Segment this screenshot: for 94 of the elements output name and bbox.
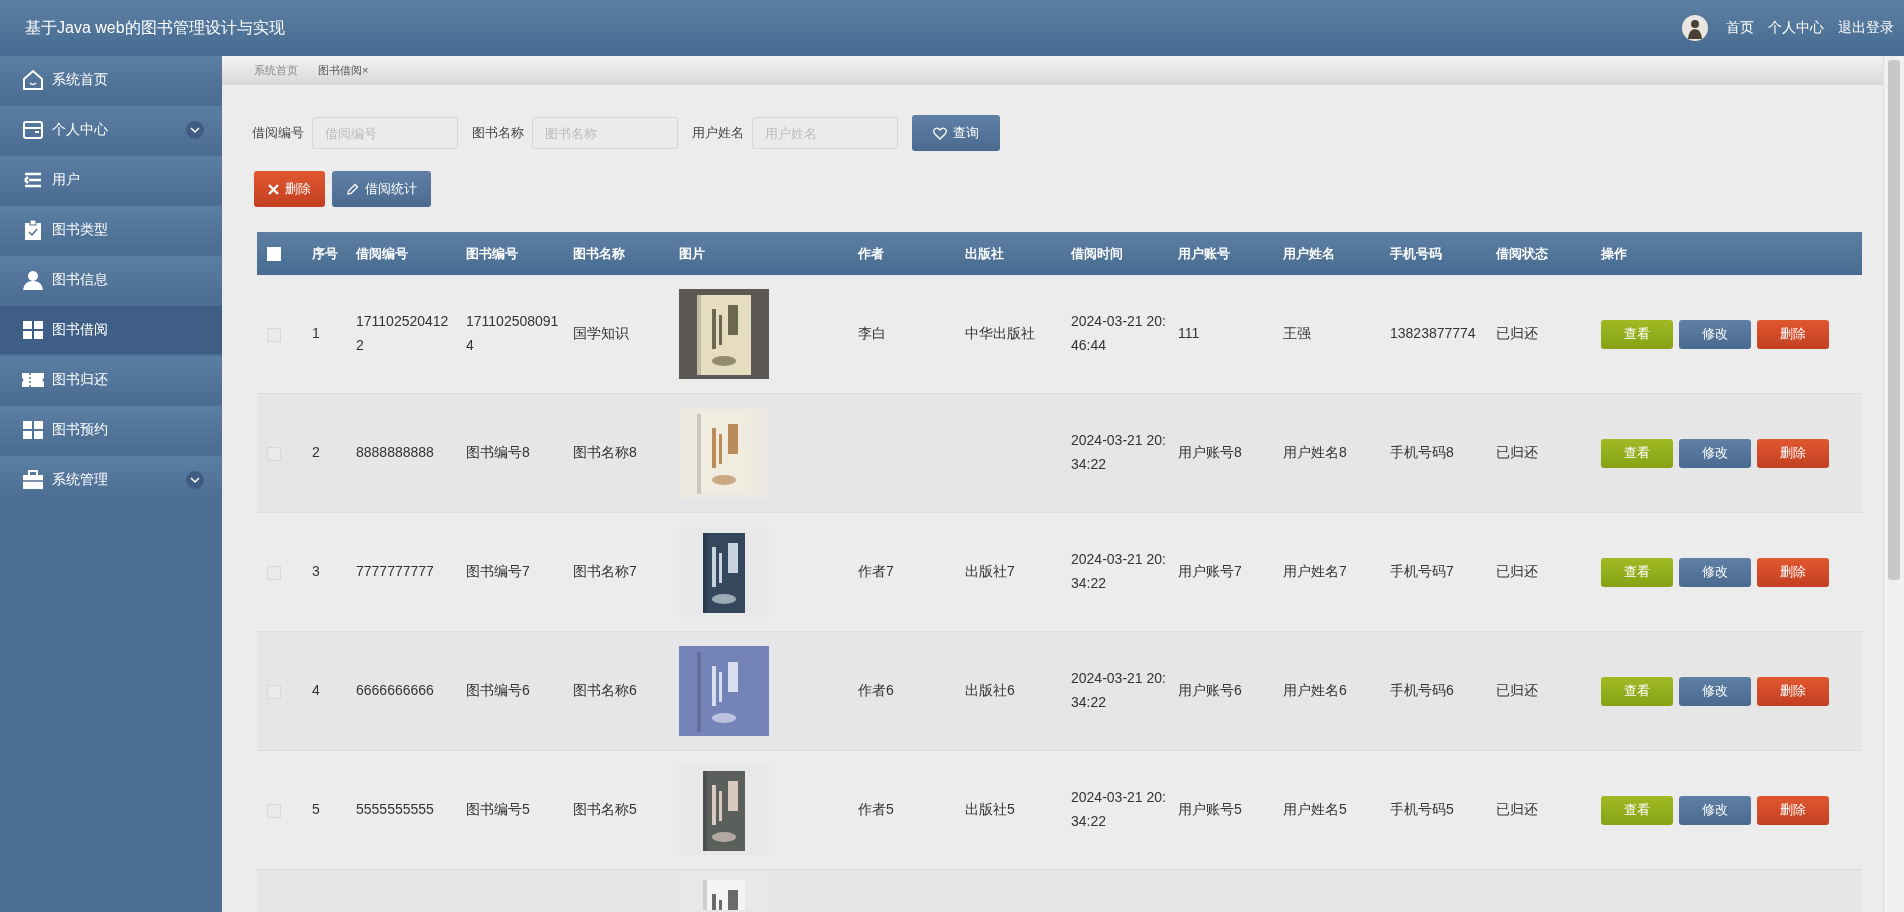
table-cell-text: 图书编号7 bbox=[466, 562, 530, 582]
table-cell-text: 5 bbox=[312, 800, 320, 820]
table-cell-text: 13823877774 bbox=[1390, 324, 1476, 344]
delete-button[interactable]: 删除 bbox=[1757, 676, 1829, 706]
table-cell-text: 手机号码5 bbox=[1390, 800, 1454, 820]
view-button[interactable]: 查看 bbox=[1601, 676, 1673, 706]
edit-button[interactable]: 修改 bbox=[1679, 438, 1751, 468]
table-cell-text: 3 bbox=[312, 562, 320, 582]
table-cell-text: 图书名称7 bbox=[573, 562, 637, 582]
table-cell-text: 出版社7 bbox=[965, 562, 1015, 582]
table-cell-text: 4 bbox=[312, 681, 320, 701]
delete-button[interactable]: 删除 bbox=[1757, 557, 1829, 587]
view-button[interactable]: 查看 bbox=[1601, 438, 1673, 468]
table-cell-text: 已归还 bbox=[1496, 800, 1538, 820]
table-cell-text: 作者7 bbox=[858, 562, 894, 582]
column-header: 序号 bbox=[312, 245, 338, 261]
column-header: 手机号码 bbox=[1390, 245, 1442, 261]
table-cell-text: 已归还 bbox=[1496, 681, 1538, 701]
edit-button[interactable]: 修改 bbox=[1679, 676, 1751, 706]
edit-button[interactable]: 修改 bbox=[1679, 557, 1751, 587]
edit-button[interactable]: 修改 bbox=[1679, 795, 1751, 825]
table-cell-text: 用户账号6 bbox=[1178, 681, 1242, 701]
header-link[interactable]: 首页 bbox=[1726, 19, 1754, 37]
column-header: 出版社 bbox=[965, 245, 1004, 261]
delete-button[interactable]: 删除 bbox=[1757, 438, 1829, 468]
table-cell-text: 王强 bbox=[1283, 324, 1311, 344]
table-cell-text: 2024-03-21 20:34:22 bbox=[1071, 669, 1167, 712]
table-cell-text: 手机号码6 bbox=[1390, 681, 1454, 701]
table-cell-text: 作者5 bbox=[858, 800, 894, 820]
table-cell-text: 1 bbox=[312, 324, 320, 344]
column-header: 图片 bbox=[679, 245, 705, 261]
breadcrumb-tab[interactable]: 图书借阅× bbox=[318, 63, 369, 78]
column-header: 借阅状态 bbox=[1496, 245, 1548, 261]
table-cell-text: 111 bbox=[1178, 324, 1200, 344]
edit-button[interactable]: 修改 bbox=[1679, 319, 1751, 349]
table-cell-text: 用户账号5 bbox=[1178, 800, 1242, 820]
table-cell-text: 2024-03-21 20:34:22 bbox=[1071, 788, 1167, 831]
table-cell-text: 用户姓名8 bbox=[1283, 443, 1347, 463]
table-cell-text: 图书编号5 bbox=[466, 800, 530, 820]
table-cell-text: 用户姓名6 bbox=[1283, 681, 1347, 701]
view-button[interactable]: 查看 bbox=[1601, 557, 1673, 587]
column-header: 借阅时间 bbox=[1071, 245, 1123, 261]
table-cell-text: 7777777777 bbox=[356, 562, 434, 582]
column-header: 图书编号 bbox=[466, 245, 518, 261]
header-link[interactable]: 退出登录 bbox=[1838, 19, 1894, 37]
search-button[interactable]: 查询 bbox=[912, 115, 1000, 151]
table-cell-text: 用户账号8 bbox=[1178, 443, 1242, 463]
table-cell-text: 已归还 bbox=[1496, 443, 1538, 463]
table-cell-text: 国学知识 bbox=[573, 324, 629, 344]
table-cell-text: 5555555555 bbox=[356, 800, 434, 820]
view-button[interactable]: 查看 bbox=[1601, 795, 1673, 825]
table-cell-text: 中华出版社 bbox=[965, 324, 1035, 344]
table-cell-text: 8888888888 bbox=[356, 443, 434, 463]
stats-button[interactable]: 借阅统计 bbox=[332, 171, 431, 207]
table-cell-text: 已归还 bbox=[1496, 562, 1538, 582]
delete-button[interactable]: 删除 bbox=[1757, 795, 1829, 825]
table-cell-text: 1711025080914 bbox=[466, 312, 560, 355]
table-cell-text: 2024-03-21 20:46:44 bbox=[1071, 312, 1167, 355]
table-cell-text: 图书名称6 bbox=[573, 681, 637, 701]
table-cell-text: 2 bbox=[312, 443, 320, 463]
table-cell-text: 2024-03-21 20:34:22 bbox=[1071, 431, 1167, 474]
table-cell-text: 用户姓名7 bbox=[1283, 562, 1347, 582]
column-header: 借阅编号 bbox=[356, 245, 408, 261]
delete-button[interactable]: 删除 bbox=[1757, 319, 1829, 349]
table-cell-text: 出版社5 bbox=[965, 800, 1015, 820]
view-button[interactable]: 查看 bbox=[1601, 319, 1673, 349]
table-cell-text: 1711025204122 bbox=[356, 312, 450, 355]
table-cell-text: 2024-03-21 20:34:22 bbox=[1071, 550, 1167, 593]
column-header: 操作 bbox=[1601, 245, 1627, 261]
table-cell-text: 6666666666 bbox=[356, 681, 434, 701]
table-cell-text: 图书编号8 bbox=[466, 443, 530, 463]
column-header: 用户账号 bbox=[1178, 245, 1230, 261]
header-link[interactable]: 个人中心 bbox=[1768, 19, 1824, 37]
app-title: 基于Java web的图书管理设计与实现 bbox=[25, 17, 285, 38]
column-header: 作者 bbox=[858, 245, 884, 261]
column-header: 图书名称 bbox=[573, 245, 625, 261]
table-cell-text: 手机号码8 bbox=[1390, 443, 1454, 463]
table-cell-text: 用户账号7 bbox=[1178, 562, 1242, 582]
table-cell-text: 图书名称5 bbox=[573, 800, 637, 820]
column-header: 用户姓名 bbox=[1283, 245, 1335, 261]
table-cell-text: 出版社6 bbox=[965, 681, 1015, 701]
table-cell-text: 手机号码7 bbox=[1390, 562, 1454, 582]
table-cell-text: 作者6 bbox=[858, 681, 894, 701]
table-cell-text: 图书编号6 bbox=[466, 681, 530, 701]
delete-button[interactable]: 删除 bbox=[254, 171, 325, 207]
table-cell-text: 用户姓名5 bbox=[1283, 800, 1347, 820]
table-cell-text: 已归还 bbox=[1496, 324, 1538, 344]
table-cell-text: 李白 bbox=[858, 324, 886, 344]
field-label: 图书名称 bbox=[472, 124, 524, 142]
breadcrumb-tab[interactable]: 系统首页 bbox=[254, 63, 298, 78]
field-label: 借阅编号 bbox=[252, 124, 304, 142]
sidebar-item[interactable]: 图书借阅 bbox=[0, 306, 222, 354]
field-label: 用户姓名 bbox=[692, 124, 744, 142]
table-cell-text: 图书名称8 bbox=[573, 443, 637, 463]
